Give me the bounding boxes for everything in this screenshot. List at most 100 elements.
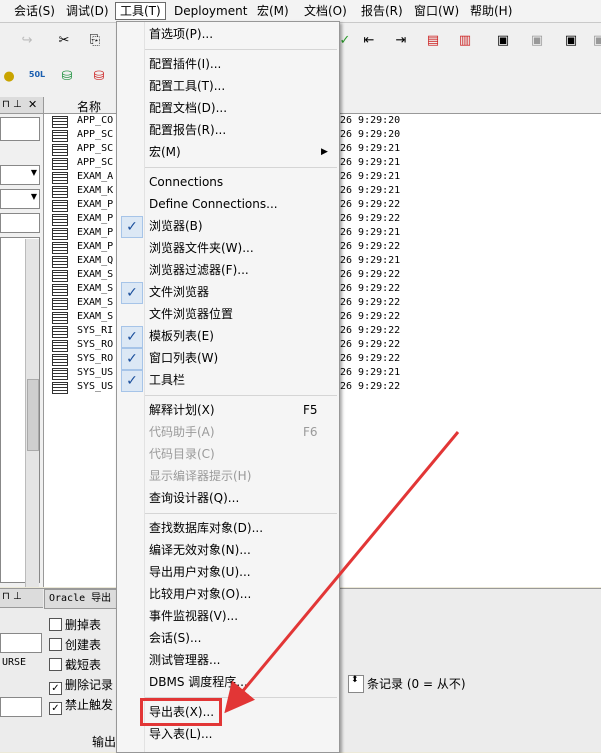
row-timestamp: 26 9:29:22 — [340, 199, 401, 210]
menu-item-code-assistant[interactable]: 代码助手(A) F6 — [117, 421, 339, 443]
row-timestamp: 26 9:29:22 — [340, 269, 401, 280]
db-connect-icon[interactable]: ● — [0, 69, 18, 85]
menu-item-macro[interactable]: 宏(M) ▶ — [117, 141, 339, 163]
menu-item-compiler-hints[interactable]: 显示编译器提示(H) — [117, 465, 339, 487]
checkbox-box[interactable] — [49, 638, 62, 651]
checkbox-label: 创建表 — [65, 638, 102, 652]
indent-icon[interactable]: ⇤ — [360, 33, 378, 49]
monitor-icon[interactable]: ▣ — [494, 33, 512, 49]
copy-icon[interactable]: ⎘ — [86, 33, 104, 49]
menu-item-browser-folders[interactable]: 浏览器文件夹(W)... — [117, 237, 339, 259]
monitor-alt-icon[interactable]: ▣ — [562, 33, 580, 49]
menu-item-event-monitor[interactable]: 事件监视器(V)... — [117, 605, 339, 627]
pin-icon[interactable]: ⊓ ⊥ — [2, 591, 22, 602]
menu-item-file-browser[interactable]: ✓ 文件浏览器 — [117, 281, 339, 304]
menu-item-explain-plan[interactable]: 解释计划(X) F5 — [117, 399, 339, 421]
table-icon — [52, 354, 68, 366]
cut-icon[interactable]: ✂ — [55, 33, 73, 49]
menu-item-find-db-objects[interactable]: 查找数据库对象(D)... — [117, 517, 339, 539]
table-icon — [52, 340, 68, 352]
filter-dropdown[interactable]: ▼ — [0, 165, 40, 185]
row-timestamp: 26 9:29:21 — [340, 143, 401, 154]
menu-item-test-manager[interactable]: 测试管理器... — [117, 649, 339, 671]
menu-help[interactable]: 帮助(H) — [466, 3, 516, 19]
export-icon[interactable]: ▤ — [424, 33, 442, 49]
table-icon — [52, 172, 68, 184]
search-input[interactable] — [0, 213, 40, 233]
menu-item-define-connections[interactable]: Define Connections... — [117, 193, 339, 215]
menu-tools[interactable]: 工具(T) — [115, 2, 166, 20]
redo-icon[interactable]: ↪ — [18, 33, 36, 49]
row-name: SYS_RO — [77, 353, 114, 364]
vertical-scrollbar[interactable] — [25, 239, 39, 587]
menu-item-dbms-scheduler[interactable]: DBMS 调度程序... — [117, 671, 339, 693]
menu-deployment[interactable]: Deployment — [170, 3, 251, 19]
pin-icon[interactable]: ⊓ ⊥ — [2, 99, 22, 110]
column-header-name[interactable]: 名称 — [77, 98, 101, 115]
row-name: SYS_US — [77, 367, 114, 378]
menu-item-preferences[interactable]: 首选项(P)... — [117, 23, 339, 45]
db-disconnect-icon[interactable]: ⛁ — [90, 69, 108, 85]
checkbox-label: 删除记录 — [65, 678, 114, 692]
menu-item-configure-documents[interactable]: 配置文档(D)... — [117, 97, 339, 119]
browser-selector[interactable] — [0, 117, 40, 141]
menu-item-browser-filters[interactable]: 浏览器过滤器(F)... — [117, 259, 339, 281]
checkbox-truncate-table[interactable]: 截短表 — [49, 657, 101, 673]
menu-window[interactable]: 窗口(W) — [410, 3, 463, 19]
bottom-left-field[interactable] — [0, 633, 42, 653]
menu-document[interactable]: 文档(O) — [300, 3, 351, 19]
menu-item-browser[interactable]: ✓ 浏览器(B) — [117, 215, 339, 238]
db-refresh-icon[interactable]: ⛁ — [58, 69, 76, 85]
menu-macro[interactable]: 宏(M) — [253, 3, 293, 19]
checkbox-box[interactable] — [49, 618, 62, 631]
record-count-label: 条记录 (0 = 从不) — [367, 677, 466, 691]
checkbox-delete-records[interactable]: ✓ 删除记录 — [49, 677, 114, 695]
menu-item-sessions[interactable]: 会话(S)... — [117, 627, 339, 649]
table-icon — [52, 242, 68, 254]
menu-item-configure-tools[interactable]: 配置工具(T)... — [117, 75, 339, 97]
menu-item-query-builder[interactable]: 查询设计器(Q)... — [117, 487, 339, 509]
row-name: APP_SC — [77, 157, 114, 168]
checkbox-create-table[interactable]: 创建表 — [49, 637, 101, 653]
row-timestamp: 26 9:29:22 — [340, 381, 401, 392]
menu-item-export-user-objects[interactable]: 导出用户对象(U)... — [117, 561, 339, 583]
monitor-disabled-icon[interactable]: ▣ — [528, 33, 546, 49]
bottom-left-field-2[interactable] — [0, 697, 42, 717]
chevron-down-icon: ▼ — [30, 192, 37, 201]
folder-dropdown[interactable]: ▼ — [0, 189, 40, 209]
menu-report[interactable]: 报告(R) — [357, 3, 407, 19]
menu-item-toolbar[interactable]: ✓ 工具栏 — [117, 369, 339, 392]
menu-item-compile-invalid[interactable]: 编译无效对象(N)... — [117, 539, 339, 561]
menu-item-configure-reports[interactable]: 配置报告(R)... — [117, 119, 339, 141]
menu-item-compare-user-objects[interactable]: 比较用户对象(O)... — [117, 583, 339, 605]
checkbox-disable-triggers[interactable]: ✓ 禁止触发 — [49, 697, 113, 715]
row-name: EXAM_P — [77, 213, 114, 224]
left-label: URSE — [2, 657, 27, 668]
close-icon[interactable]: ✕ — [28, 98, 37, 111]
checkbox-box[interactable]: ✓ — [49, 702, 62, 715]
table-icon — [52, 186, 68, 198]
checkbox-box[interactable]: ✓ — [49, 682, 62, 695]
menu-item-template-list[interactable]: ✓ 模板列表(E) — [117, 325, 339, 348]
row-timestamp: 26 9:29:22 — [340, 311, 401, 322]
menu-separator — [145, 49, 337, 50]
checkbox-drop-table[interactable]: 删掉表 — [49, 617, 101, 633]
page-icon[interactable]: ▥ — [456, 33, 474, 49]
menu-debug[interactable]: 调试(D) — [62, 3, 113, 19]
menu-item-code-contents[interactable]: 代码目录(C) — [117, 443, 339, 465]
menu-item-import-tables[interactable]: 导入表(L)... — [117, 723, 339, 745]
scroll-thumb[interactable] — [27, 379, 39, 451]
more-icon[interactable]: ▣ — [590, 33, 601, 49]
menu-item-window-list[interactable]: ✓ 窗口列表(W) — [117, 347, 339, 370]
checkbox-box[interactable] — [49, 658, 62, 671]
menu-session[interactable]: 会话(S) — [10, 3, 59, 19]
menu-separator — [145, 395, 337, 396]
menu-item-file-browser-location[interactable]: 文件浏览器位置 — [117, 303, 339, 325]
menu-item-configure-plugins[interactable]: 配置插件(I)... — [117, 53, 339, 75]
outdent-icon[interactable]: ⇥ — [392, 33, 410, 49]
table-icon — [52, 326, 68, 338]
record-count-stepper[interactable]: ⬍ — [348, 675, 364, 693]
checkbox-label: 删掉表 — [65, 618, 102, 632]
menu-item-connections[interactable]: Connections — [117, 171, 339, 193]
sql-50l-icon[interactable]: 50L — [28, 67, 46, 83]
